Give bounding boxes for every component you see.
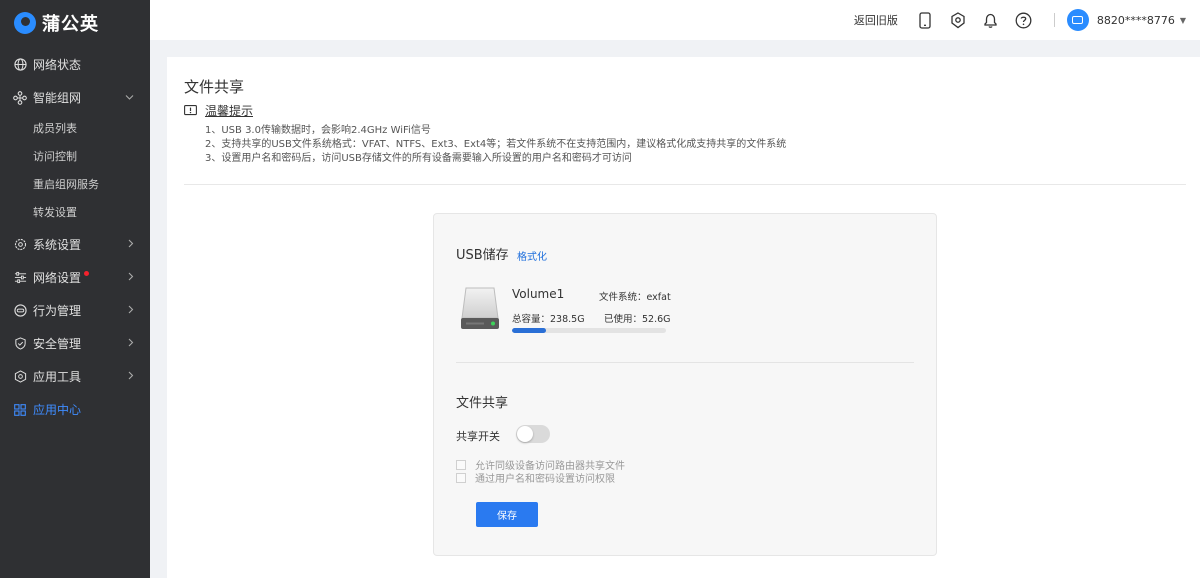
checkbox[interactable] — [456, 472, 466, 483]
sidebar-item-network-status[interactable]: 网络状态 — [0, 48, 150, 81]
tip-line: 1、USB 3.0传输数据时，会影响2.4GHz WiFi信号 — [205, 125, 431, 136]
logo-text: 蒲公英 — [42, 14, 99, 35]
share-switch-label: 共享开关 — [456, 430, 500, 443]
sidebar-item-behavior[interactable]: 行为管理 — [0, 294, 150, 327]
tool-icon — [13, 370, 27, 384]
sidebar-subitem-restart-service[interactable]: 重启组网服务 — [0, 170, 150, 198]
tips-header: 温馨提示 — [184, 102, 253, 119]
sidebar-item-network-settings[interactable]: 网络设置 — [0, 261, 150, 294]
sidebar-item-label: 应用工具 — [33, 370, 82, 384]
sidebar-item-label: 智能组网 — [33, 91, 82, 105]
checkbox[interactable] — [456, 459, 466, 470]
sidebar-item-security[interactable]: 安全管理 — [0, 327, 150, 360]
apps-icon — [13, 403, 27, 417]
sidebar-item-label: 行为管理 — [33, 304, 82, 318]
main-content: 文件共享 温馨提示 1、USB 3.0传输数据时，会影响2.4GHz WiFi信… — [167, 57, 1200, 578]
option-label: 通过用户名和密码设置访问权限 — [475, 474, 615, 485]
file-share-title: 文件共享 — [456, 396, 509, 411]
file-share-panel: USB储存 格式化 Volume1 文件系统：exfat 总容量：238.5G … — [433, 213, 937, 556]
gear-icon — [13, 238, 27, 252]
share-toggle[interactable] — [516, 425, 550, 443]
page-title: 文件共享 — [184, 78, 245, 96]
capacity-label: 总容量：238.5G — [512, 314, 585, 325]
sidebar-item-app-center[interactable]: 应用中心 — [0, 393, 150, 426]
sidebar-item-label: 应用中心 — [33, 403, 82, 417]
divider — [184, 184, 1186, 185]
chevron-right-icon — [128, 371, 134, 383]
sidebar-subitem-label: 转发设置 — [33, 206, 77, 219]
globe-icon — [13, 58, 27, 72]
sidebar-item-label: 网络设置 — [33, 271, 82, 285]
volume-name: Volume1 — [512, 287, 565, 301]
tips-list: 1、USB 3.0传输数据时，会影响2.4GHz WiFi信号 2、支持共享的U… — [205, 124, 786, 166]
usage-progress-fill — [512, 328, 546, 333]
router-icon — [1072, 16, 1084, 24]
usb-storage-title: USB储存 — [456, 248, 509, 263]
chevron-right-icon — [128, 338, 134, 350]
caret-down-icon[interactable]: ▼ — [1180, 16, 1186, 25]
sidebar-subitem-label: 访问控制 — [33, 150, 77, 163]
sidebar-subitem-label: 重启组网服务 — [33, 178, 99, 191]
tip-line: 3、设置用户名和密码后，访问USB存储文件的所有设备需要输入所设置的用户名和密码… — [205, 153, 632, 164]
chevron-right-icon — [128, 239, 134, 251]
bell-icon[interactable] — [982, 11, 1000, 29]
drive-icon — [460, 286, 500, 332]
info-icon — [184, 104, 197, 117]
behavior-icon — [13, 304, 27, 318]
help-icon[interactable] — [1015, 11, 1033, 29]
sliders-icon — [13, 271, 27, 285]
sidebar-item-label: 网络状态 — [33, 58, 82, 72]
shield-icon — [13, 337, 27, 351]
toggle-knob — [517, 426, 533, 442]
sidebar-subitem-access-control[interactable]: 访问控制 — [0, 142, 150, 170]
filesystem-label: 文件系统：exfat — [599, 292, 671, 303]
format-link[interactable]: 格式化 — [517, 248, 547, 263]
tip-line: 2、支持共享的USB文件系统格式：VFAT、NTFS、Ext3、Ext4等；若文… — [205, 139, 787, 150]
back-to-old-version-link[interactable]: 返回旧版 — [854, 12, 898, 28]
avatar[interactable] — [1066, 9, 1089, 31]
top-header: 返回旧版 8820****8776 ▼ — [150, 0, 1200, 40]
header-divider — [1053, 13, 1055, 27]
chevron-down-icon — [125, 92, 134, 103]
option-credential-access[interactable]: 通过用户名和密码设置访问权限 — [456, 470, 615, 485]
account-name[interactable]: 8820****8776 — [1097, 14, 1175, 27]
used-label: 已使用：52.6G — [604, 314, 671, 325]
sidebar: 蒲公英 网络状态 智能组网 成员列表 访问控制 重启组网服务 转发设置 系统设置… — [0, 0, 150, 578]
panel-divider — [456, 362, 914, 363]
save-button[interactable]: 保存 — [476, 502, 538, 527]
sidebar-item-label: 安全管理 — [33, 337, 82, 351]
logo-icon — [14, 12, 36, 34]
sidebar-subitem-label: 成员列表 — [33, 122, 77, 135]
sidebar-item-app-tools[interactable]: 应用工具 — [0, 360, 150, 393]
notification-dot — [84, 271, 90, 276]
sidebar-subitem-forward-settings[interactable]: 转发设置 — [0, 198, 150, 226]
sidebar-subitem-member-list[interactable]: 成员列表 — [0, 114, 150, 142]
sidebar-item-system-settings[interactable]: 系统设置 — [0, 228, 150, 261]
chevron-right-icon — [128, 305, 134, 317]
phone-icon[interactable] — [916, 11, 934, 29]
diagnostic-icon[interactable] — [949, 11, 967, 29]
logo[interactable]: 蒲公英 — [0, 0, 150, 46]
tips-title: 温馨提示 — [205, 104, 254, 118]
usage-progress-bar — [512, 328, 666, 333]
network-icon — [13, 90, 27, 105]
sidebar-item-label: 系统设置 — [33, 238, 82, 252]
sidebar-item-smart-network[interactable]: 智能组网 — [0, 81, 150, 114]
chevron-right-icon — [128, 272, 134, 284]
